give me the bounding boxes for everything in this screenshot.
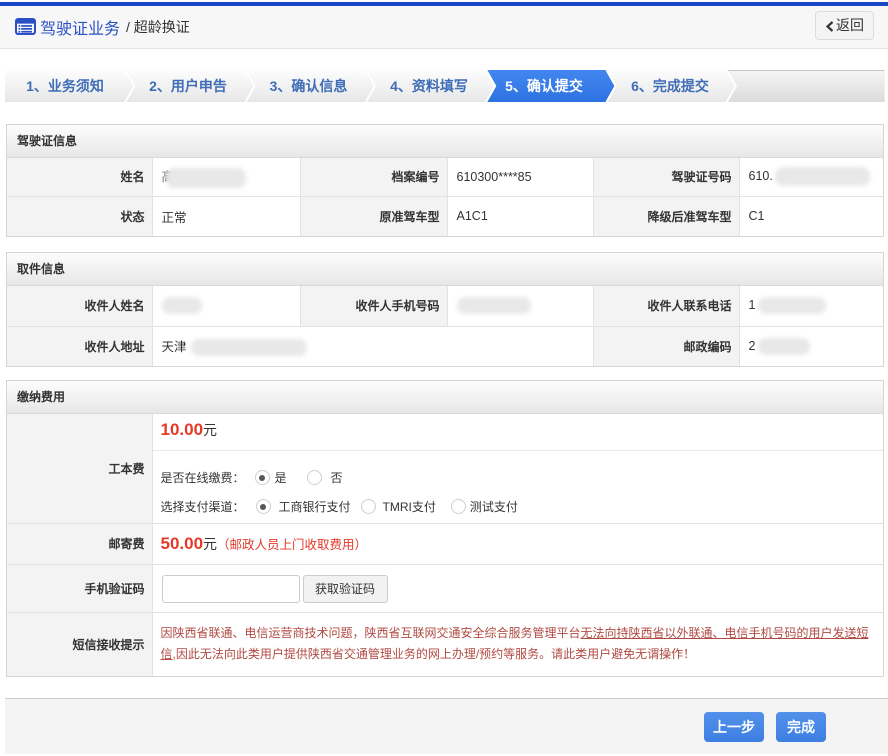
svg-text:4、资料填写: 4、资料填写 [390,78,468,94]
svg-text:6、完成提交: 6、完成提交 [631,78,709,94]
svg-text:3、确认信息: 3、确认信息 [270,78,348,94]
svg-text:1、业务须知: 1、业务须知 [26,78,104,94]
svg-text:5、确认提交: 5、确认提交 [505,78,583,94]
svg-text:2、用户申告: 2、用户申告 [149,78,227,94]
